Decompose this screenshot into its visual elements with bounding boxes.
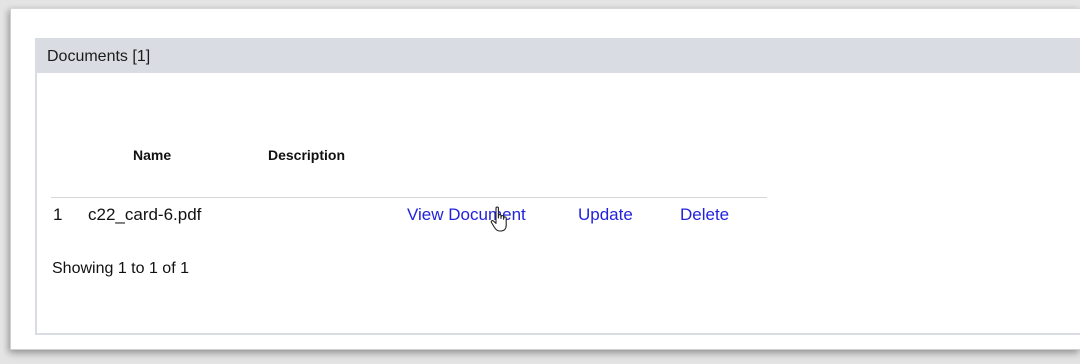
documents-panel: Documents [1] Name Description 1 c22_car… [35, 38, 1080, 335]
update-link[interactable]: Update [578, 205, 633, 225]
window-frame: Documents [1] Name Description 1 c22_car… [10, 8, 1080, 350]
pagination-summary: Showing 1 to 1 of 1 [52, 260, 189, 277]
table-divider [51, 197, 767, 198]
view-document-link[interactable]: View Document [407, 205, 526, 225]
delete-link[interactable]: Delete [680, 205, 729, 225]
column-header-description: Description [268, 147, 346, 163]
column-header-name: Name [133, 147, 172, 163]
panel-title: Documents [1] [37, 40, 1080, 73]
document-filename: c22_card-6.pdf [88, 205, 202, 224]
row-index: 1 [53, 205, 63, 224]
